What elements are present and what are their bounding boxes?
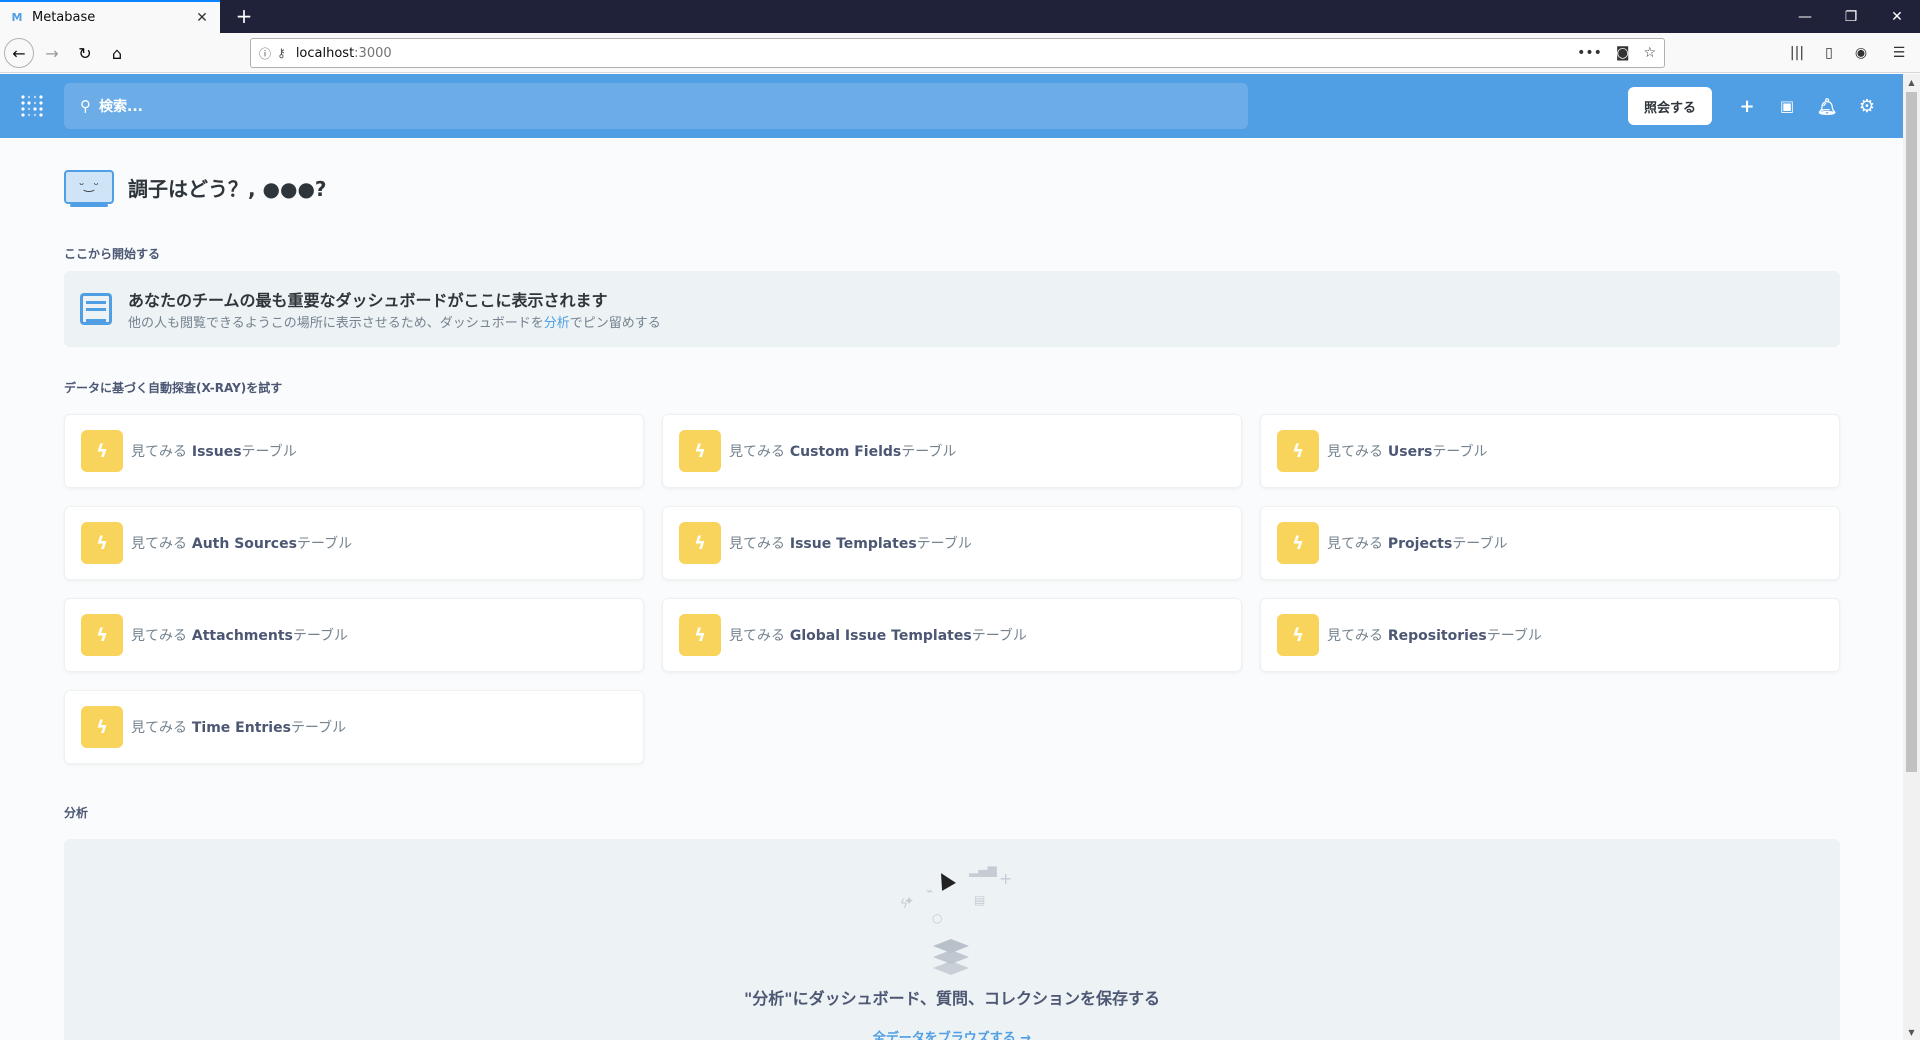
start-section-label: ここから開始する	[64, 247, 161, 261]
add-icon[interactable]: +	[1735, 94, 1759, 118]
bolt-icon: ϟ	[81, 614, 123, 656]
pin-title: あなたのチームの最も重要なダッシュボードがここに表示されます	[128, 291, 608, 310]
bolt-icon: ϟ	[679, 614, 721, 656]
bolt-icon: ϟ	[1277, 614, 1319, 656]
ask-question-button[interactable]: 照会する	[1628, 87, 1712, 125]
dashboard-icon	[80, 293, 112, 325]
document-icon: ▤	[974, 893, 986, 907]
page-scrollbar[interactable]: ▲ ▼	[1903, 74, 1920, 1040]
bolt-deco-icon: ϟ	[900, 897, 908, 911]
collection-link[interactable]: 分析	[544, 316, 570, 331]
scroll-up-icon[interactable]: ▲	[1903, 74, 1920, 90]
search-bar[interactable]: ⚲ 検索...	[64, 83, 1248, 129]
xray-card[interactable]: ϟ 見てみる Projectsテーブル	[1260, 506, 1840, 580]
browser-nav-bar: ← → ↻ ⌂ ⓘ ⚷ localhost:3000 ••• ◙ ☆ ||| ▯…	[0, 33, 1920, 73]
plus-icon: +	[999, 869, 1013, 888]
scroll-down-icon[interactable]: ▼	[1903, 1024, 1920, 1040]
close-tab-icon[interactable]: ✕	[194, 10, 210, 26]
new-tab-icon[interactable]: +	[232, 4, 256, 28]
xray-card[interactable]: ϟ 見てみる Repositoriesテーブル	[1260, 598, 1840, 672]
back-icon[interactable]: ←	[4, 38, 34, 68]
greeting: ᵕ‿ᵕ 調子はどう？, ●●●?	[64, 170, 327, 207]
metabase-logo-icon[interactable]	[20, 94, 44, 118]
greeting-text: 調子はどう？, ●●●?	[128, 176, 327, 201]
metabot-icon: ᵕ‿ᵕ	[64, 170, 114, 207]
tab-title: Metabase	[32, 10, 96, 25]
bolt-icon: ϟ	[679, 522, 721, 564]
metabase-header: ⚲ 検索... 照会する + ▣ 🔔︎ ⚙	[0, 74, 1903, 138]
collection-empty-state: ✦ ▂▄▆ + ϟ ⌁ ○ ▤ "分析"にダッシュボード、質問、コレクションを保…	[64, 839, 1840, 1040]
xray-section-label: データに基づく自動探査(X-RAY)を試す	[64, 381, 283, 395]
gear-icon[interactable]: ⚙	[1855, 94, 1879, 118]
bolt-icon: ϟ	[1277, 522, 1319, 564]
pinned-dashboard-placeholder: あなたのチームの最も重要なダッシュボードがここに表示されます 他の人も閲覧できる…	[64, 271, 1840, 347]
key-icon[interactable]: ⚷	[277, 46, 286, 60]
url-text: localhost:3000	[295, 45, 392, 61]
xray-card[interactable]: ϟ 見てみる Global Issue Templatesテーブル	[662, 598, 1242, 672]
home-icon[interactable]: ⌂	[103, 39, 131, 67]
search-icon: ⚲	[80, 97, 91, 115]
metabase-favicon-icon: M	[11, 11, 23, 24]
collection-section-label: 分析	[64, 806, 89, 820]
line-chart-icon: ⌁	[926, 884, 934, 898]
browse-data-icon[interactable]: ▣	[1775, 94, 1799, 118]
scrollbar-thumb[interactable]	[1906, 92, 1917, 772]
bolt-icon: ϟ	[1277, 430, 1319, 472]
xray-card[interactable]: ϟ 見てみる Usersテーブル	[1260, 414, 1840, 488]
pin-description: 他の人も閲覧できるようこの場所に表示させるため、ダッシュボードを分析でピン留めす…	[128, 316, 661, 331]
search-input[interactable]: 検索...	[99, 96, 143, 116]
browser-tab-bar: M Metabase ✕ + — ❐ ✕	[0, 0, 1920, 33]
xray-card[interactable]: ϟ 見てみる Issuesテーブル	[64, 414, 644, 488]
url-bar[interactable]: ⓘ ⚷ localhost:3000 ••• ◙ ☆	[250, 38, 1665, 68]
xray-card[interactable]: ϟ 見てみる Attachmentsテーブル	[64, 598, 644, 672]
circle-icon: ○	[932, 911, 943, 925]
xray-card[interactable]: ϟ 見てみる Time Entriesテーブル	[64, 690, 644, 764]
bolt-icon: ϟ	[81, 430, 123, 472]
restore-icon[interactable]: ❐	[1828, 0, 1874, 33]
bell-icon[interactable]: 🔔︎	[1815, 94, 1839, 118]
more-actions-icon[interactable]: •••	[1577, 45, 1602, 61]
sidebar-icon[interactable]: ▯	[1818, 42, 1840, 64]
forward-icon[interactable]: →	[38, 39, 66, 67]
menu-icon[interactable]: ☰	[1888, 42, 1910, 64]
xray-card[interactable]: ϟ 見てみる Custom Fieldsテーブル	[662, 414, 1242, 488]
empty-collection-title: "分析"にダッシュボード、質問、コレクションを保存する	[743, 989, 1161, 1008]
browser-tab[interactable]: M Metabase ✕	[0, 0, 220, 33]
bolt-icon: ϟ	[679, 430, 721, 472]
close-window-icon[interactable]: ✕	[1874, 0, 1920, 33]
collection-stack-icon	[929, 939, 973, 979]
bookmark-star-icon[interactable]: ☆	[1643, 45, 1656, 61]
browse-all-data-link[interactable]: 全データをブラウズする →	[64, 1027, 1840, 1040]
bolt-icon: ϟ	[81, 706, 123, 748]
xray-card[interactable]: ϟ 見てみる Issue Templatesテーブル	[662, 506, 1242, 580]
minimize-icon[interactable]: —	[1782, 0, 1828, 33]
xray-card[interactable]: ϟ 見てみる Auth Sourcesテーブル	[64, 506, 644, 580]
pocket-icon[interactable]: ◙	[1616, 45, 1630, 61]
reload-icon[interactable]: ↻	[71, 39, 99, 67]
account-icon[interactable]: ◉	[1850, 42, 1872, 64]
bolt-icon: ϟ	[81, 522, 123, 564]
bar-chart-icon: ▂▄▆	[969, 863, 997, 877]
site-info-icon[interactable]: ⓘ	[259, 45, 271, 62]
library-icon[interactable]: |||	[1786, 42, 1808, 64]
